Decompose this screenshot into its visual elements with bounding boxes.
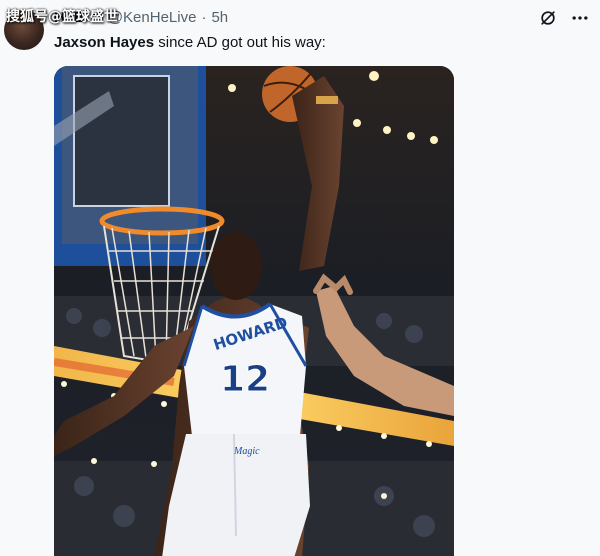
tweet-text-rest: since AD got out his way: [154, 34, 326, 51]
top-actions [538, 8, 590, 28]
jersey-number: 12 [220, 359, 270, 400]
timestamp[interactable]: 5h [211, 9, 228, 26]
tweet-text-bold: Jaxson Hayes [54, 34, 155, 51]
handle[interactable]: @KenHeLive [108, 9, 197, 26]
tweet-text: Jaxson Hayes since AD got out his way: [54, 34, 326, 51]
grok-icon[interactable] [538, 8, 558, 28]
shorts-logo: Magic [233, 446, 260, 457]
tweet-media-photo[interactable]: Magic HOWARD 12 [54, 66, 454, 556]
separator-dot: · [201, 9, 207, 26]
watermark: 搜狐号@篮球盛世 [6, 9, 118, 25]
more-icon[interactable] [570, 8, 590, 28]
dunk-photo: Magic HOWARD 12 [54, 66, 454, 556]
